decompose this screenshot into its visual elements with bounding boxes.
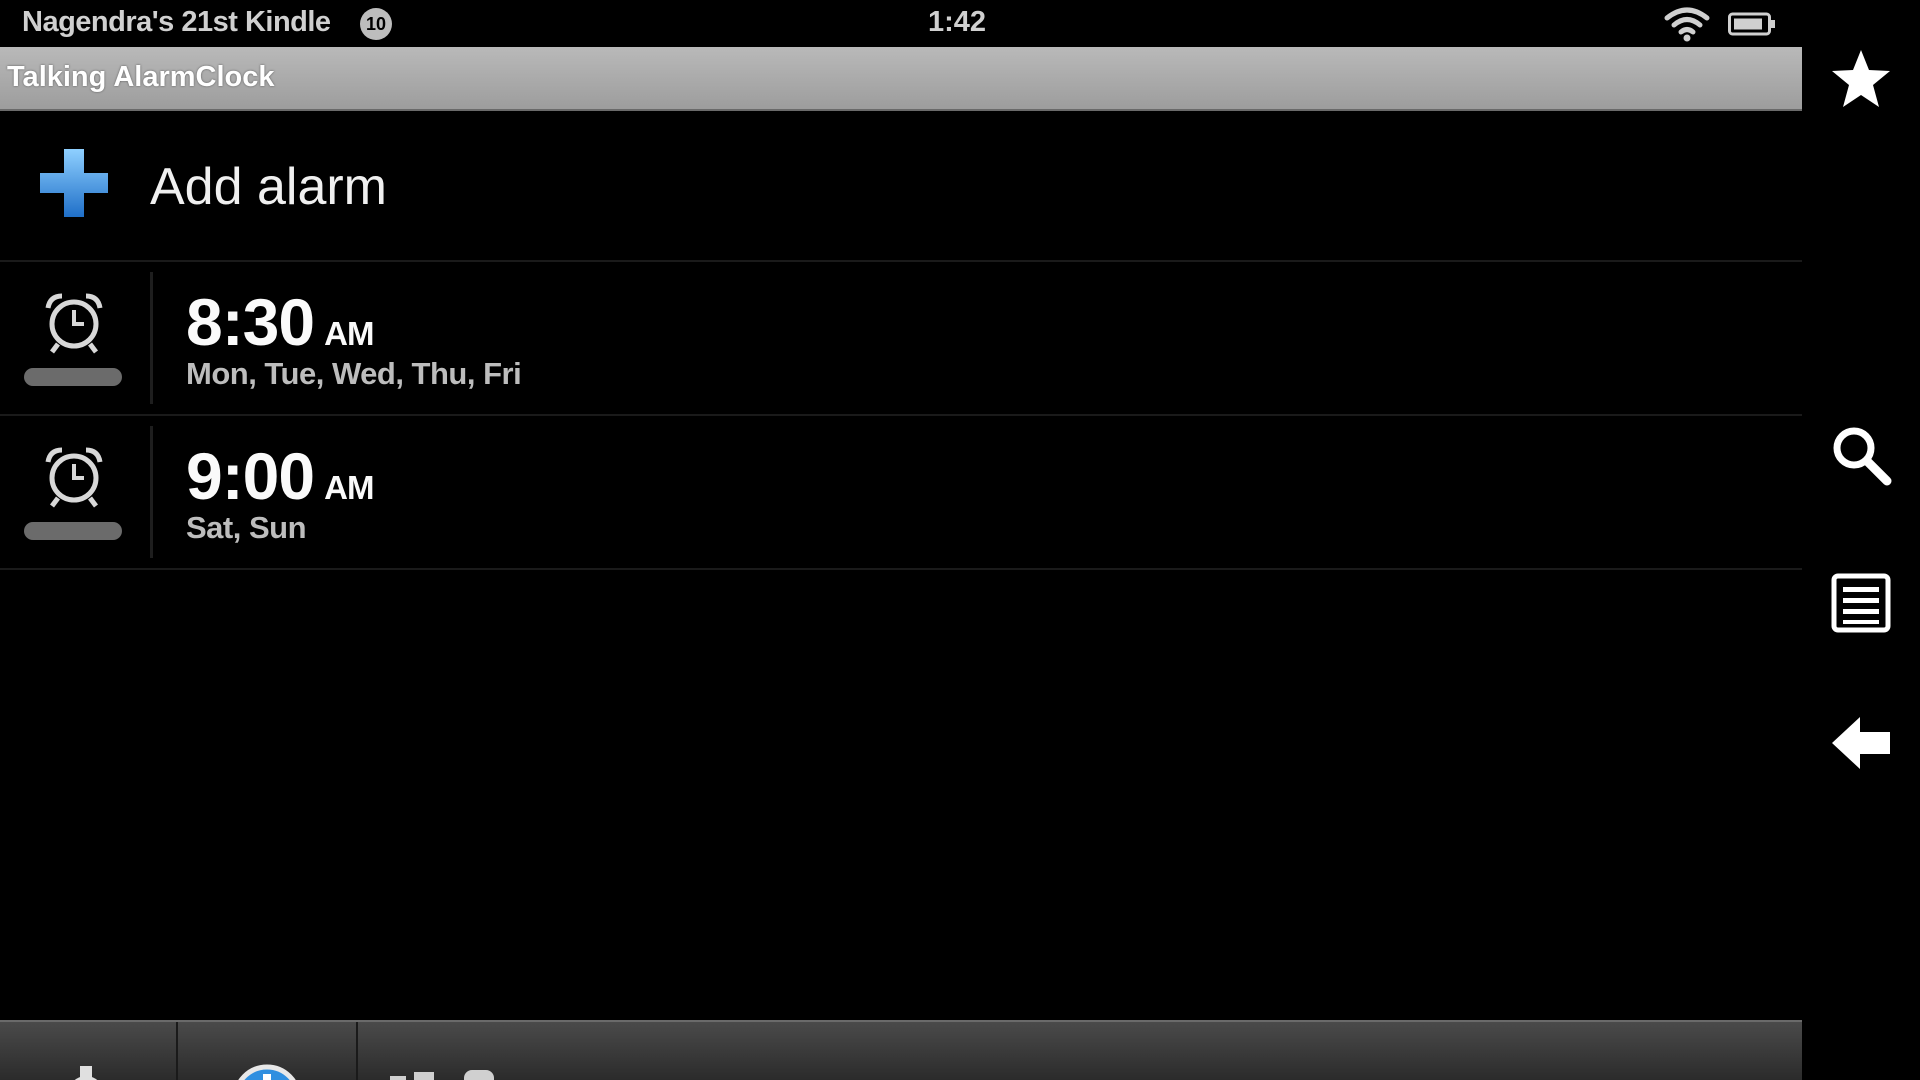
status-clock: 1:42 — [928, 6, 987, 38]
back-arrow-icon[interactable] — [1830, 712, 1892, 774]
alarm-row[interactable]: 9:00 AM Sat, Sun — [0, 416, 1802, 570]
plus-icon — [40, 149, 108, 217]
alarm-ampm: AM — [324, 469, 374, 506]
device-name: Nagendra's 21st Kindle — [22, 6, 331, 38]
alarm-row[interactable]: 8:30 AM Mon, Tue, Wed, Thu, Fri — [0, 262, 1802, 416]
add-alarm-button[interactable]: Add alarm — [0, 111, 1802, 262]
toolbar-label-clipped — [390, 1070, 494, 1080]
alarm-toggle[interactable] — [24, 522, 122, 540]
alarm-time-value: 8:30 — [186, 285, 315, 359]
nav-bar — [1802, 0, 1920, 1080]
alarm-days: Mon, Tue, Wed, Thu, Fri — [186, 356, 522, 391]
alarm-clock-icon[interactable] — [44, 446, 104, 508]
toolbar-separator — [356, 1022, 358, 1080]
gear-icon[interactable] — [56, 1064, 116, 1080]
alarm-time-value: 9:00 — [186, 439, 315, 513]
alarm-time: 8:30 AM — [186, 284, 374, 360]
app-title: Talking AlarmClock — [7, 61, 275, 93]
star-icon[interactable] — [1830, 48, 1892, 110]
alarm-clock-icon[interactable] — [44, 292, 104, 354]
alarm-time: 9:00 AM — [186, 438, 374, 514]
alarm-ampm: AM — [324, 315, 374, 352]
alarm-days: Sat, Sun — [186, 510, 307, 545]
search-icon[interactable] — [1830, 424, 1892, 486]
status-bar: Nagendra's 21st Kindle 10 1:42 — [0, 0, 1802, 47]
screen: Nagendra's 21st Kindle 10 1:42 Talking A… — [0, 0, 1920, 1080]
alarm-toggle[interactable] — [24, 368, 122, 386]
bottom-toolbar — [0, 1020, 1802, 1080]
title-bar: Talking AlarmClock — [0, 47, 1802, 111]
menu-icon[interactable] — [1830, 572, 1892, 634]
toolbar-separator — [176, 1022, 178, 1080]
row-divider — [150, 426, 153, 558]
notification-badge[interactable]: 10 — [360, 8, 392, 40]
info-icon[interactable] — [232, 1064, 302, 1080]
wifi-icon — [1664, 7, 1710, 42]
battery-icon — [1728, 12, 1775, 36]
row-divider — [150, 272, 153, 404]
add-alarm-label: Add alarm — [150, 158, 387, 216]
